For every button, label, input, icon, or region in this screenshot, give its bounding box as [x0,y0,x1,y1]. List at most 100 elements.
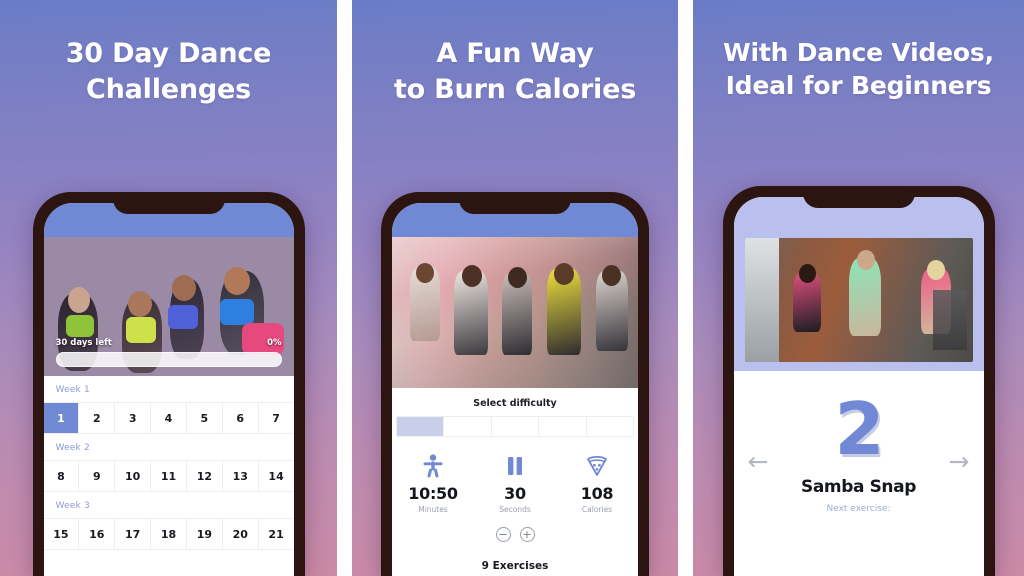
headline-line: to Burn Calories [393,73,637,105]
next-exercise-arrow-icon[interactable]: → [949,449,970,474]
progress-bar [55,352,282,367]
video-figure [926,260,945,280]
calendar-day[interactable]: 15 [43,519,80,549]
headline-line: 30 Day Dance [65,38,272,69]
exercise-panel: ← → 2 Samba Snap Next exercise: [733,371,984,515]
stat-calories: 108 Calories [556,453,638,514]
calendar-day[interactable]: 7 [258,403,294,433]
week-label: Week 2 [55,443,90,453]
stat-label: Minutes [418,505,448,514]
panel-3-headline: With Dance Videos, Ideal for Beginners [693,36,1024,103]
exercise-number: 2 [834,387,884,471]
promo-panel-2: A Fun Way to Burn Calories Select diffic… [352,0,678,576]
difficulty-title: Select difficulty [392,388,638,416]
stat-value: 10:50 [408,484,458,503]
challenge-hero-image: 30 days left 0% [43,237,294,376]
photo-figure [67,287,90,313]
calendar-day[interactable]: 6 [222,403,259,433]
calendar-day[interactable]: 11 [151,461,187,491]
previous-exercise-arrow-icon[interactable]: ← [748,449,769,474]
duration-stepper: − + [392,518,638,542]
challenge-progress: 30 days left 0% [55,338,282,367]
pizza-icon [556,453,638,479]
video-figure [798,264,816,283]
calendar-day[interactable]: 14 [258,461,294,491]
calendar-day[interactable]: 19 [186,519,223,549]
photo-figure [65,315,94,337]
phone-mockup-1: 30 days left 0% Week 1 1 2 3 4 5 6 7 Wee… [32,192,305,576]
calendar-day[interactable]: 8 [43,461,80,491]
promo-panel-3: With Dance Videos, Ideal for Beginners ←… [693,0,1024,576]
phone-screen-1: 30 days left 0% Week 1 1 2 3 4 5 6 7 Wee… [43,203,294,576]
phone-screen-3: ← → 2 Samba Snap Next exercise: [733,197,984,576]
calendar-day[interactable]: 4 [151,403,187,433]
difficulty-selector[interactable] [396,416,634,437]
calendar-day[interactable]: 12 [186,461,223,491]
calendar-day[interactable]: 10 [115,461,152,491]
calendar-day[interactable]: 21 [258,519,294,549]
calendar-day[interactable]: 3 [115,403,152,433]
screenshot-stage: 30 Day Dance Challenges 30 days left 0% … [0,0,1024,576]
calendar-day[interactable]: 2 [79,403,116,433]
stat-label: Seconds [499,505,531,514]
calendar-day[interactable]: 16 [79,519,116,549]
stat-seconds: 30 Seconds [474,453,556,514]
person-icon [392,453,474,479]
exercises-count-label: 9 Exercises [392,542,638,572]
next-exercise-label: Next exercise: [826,504,891,515]
photo-figure [167,305,198,329]
headline-line: Ideal for Beginners [725,71,992,101]
week-label: Week 3 [55,501,90,511]
headline-line: Challenges [85,73,251,105]
days-left-label: 30 days left [55,338,112,348]
progress-labels: 30 days left 0% [56,338,282,348]
week-row: 8 9 10 11 12 13 14 [43,460,294,492]
panel-divider [337,0,352,576]
week-row: 15 16 17 18 19 20 21 [43,518,294,550]
screen-filler [392,572,638,576]
difficulty-segment[interactable] [587,417,633,436]
photo-figure [416,263,434,283]
difficulty-segment[interactable] [444,417,492,436]
phone-mockup-3: ← → 2 Samba Snap Next exercise: [722,186,995,576]
calendar-day[interactable]: 9 [79,461,116,491]
phone-screen-2: Select difficulty 10:50 Minutes 30 Secon… [392,203,638,576]
calendar-day[interactable]: 1 [43,403,80,433]
stat-value: 30 [504,484,526,503]
workout-hero-image [392,237,638,388]
difficulty-segment[interactable] [492,417,540,436]
photo-figure [554,263,574,285]
photo-figure [223,267,250,295]
video-equipment [932,290,967,350]
video-wall [744,238,779,362]
phone-mockup-2: Select difficulty 10:50 Minutes 30 Secon… [381,192,649,576]
exercise-name: Samba Snap [801,477,916,498]
pause-icon [474,453,556,479]
photo-figure [508,267,527,288]
calendar-day[interactable]: 20 [222,519,259,549]
photo-figure [127,291,152,317]
calendar-day[interactable]: 13 [222,461,259,491]
calendar-day[interactable]: 18 [151,519,187,549]
phone-notch [802,186,915,208]
stat-value: 108 [580,484,614,503]
panel-1-headline: 30 Day Dance Challenges [0,36,337,108]
difficulty-segment[interactable] [539,417,587,436]
phone-notch [112,192,225,214]
video-figure [856,250,875,270]
headline-line: With Dance Videos, [723,38,994,67]
stat-label: Calories [581,505,613,514]
week-row: 1 2 3 4 5 6 7 [43,402,294,434]
increase-button[interactable]: + [519,527,535,542]
difficulty-segment[interactable] [397,417,445,436]
video-container [733,231,984,371]
dance-video[interactable] [744,238,973,362]
challenge-calendar: Week 1 1 2 3 4 5 6 7 Week 2 8 9 10 11 12… [43,376,294,550]
progress-percent-label: 0% [267,338,282,348]
calendar-day[interactable]: 5 [186,403,223,433]
decrease-button[interactable]: − [495,527,511,542]
promo-panel-1: 30 Day Dance Challenges 30 days left 0% … [0,0,337,576]
workout-stats: 10:50 Minutes 30 Seconds 108 Calories [392,437,638,518]
calendar-day[interactable]: 17 [115,519,152,549]
week-label: Week 1 [55,385,90,395]
